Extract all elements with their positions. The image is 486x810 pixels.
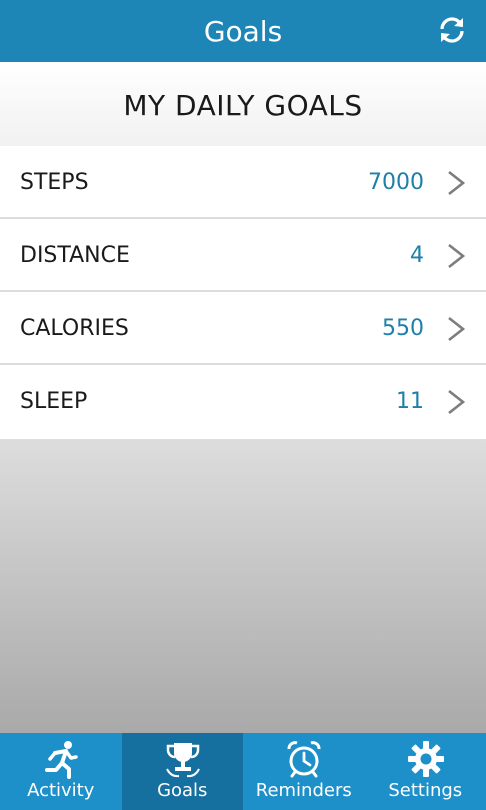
- top-bar: Goals: [0, 0, 486, 62]
- goal-label: STEPS: [20, 170, 89, 195]
- goal-row-calories[interactable]: CALORIES 550: [0, 292, 486, 365]
- goal-row-sleep[interactable]: SLEEP 11: [0, 365, 486, 438]
- section-header: MY DAILY GOALS: [0, 62, 486, 146]
- section-title: MY DAILY GOALS: [123, 89, 363, 122]
- running-person-icon: [45, 741, 78, 779]
- tab-label: Settings: [388, 780, 463, 801]
- tab-settings[interactable]: Settings: [365, 733, 486, 810]
- bottom-tab-bar: Activity Goals Reminders Settings: [0, 733, 486, 810]
- chevron-right-icon: [448, 389, 466, 415]
- goal-value: 4: [410, 243, 424, 268]
- goal-label: SLEEP: [20, 389, 88, 414]
- goal-label: CALORIES: [20, 316, 129, 341]
- tab-label: Goals: [157, 780, 208, 801]
- tab-goals[interactable]: Goals: [121, 733, 243, 810]
- gear-icon: [407, 741, 444, 777]
- chevron-right-icon: [448, 170, 466, 196]
- goal-label: DISTANCE: [20, 243, 130, 268]
- alarm-clock-icon: [287, 741, 321, 778]
- goal-row-distance[interactable]: DISTANCE 4: [0, 219, 486, 292]
- tab-reminders[interactable]: Reminders: [243, 733, 365, 810]
- trophy-icon: [165, 743, 200, 778]
- goal-value: 550: [382, 316, 424, 341]
- tab-label: Reminders: [255, 780, 352, 801]
- chevron-right-icon: [448, 316, 466, 342]
- refresh-icon[interactable]: [436, 14, 468, 46]
- empty-area: [0, 439, 486, 733]
- chevron-right-icon: [448, 243, 466, 269]
- goals-list: STEPS 7000 DISTANCE 4 CALORIES 550 SLEEP…: [0, 146, 486, 438]
- goal-value: 11: [396, 389, 424, 414]
- tab-label: Activity: [27, 780, 95, 801]
- page-title: Goals: [203, 15, 283, 48]
- goal-value: 7000: [368, 170, 424, 195]
- goal-row-steps[interactable]: STEPS 7000: [0, 146, 486, 219]
- tab-activity[interactable]: Activity: [0, 733, 122, 810]
